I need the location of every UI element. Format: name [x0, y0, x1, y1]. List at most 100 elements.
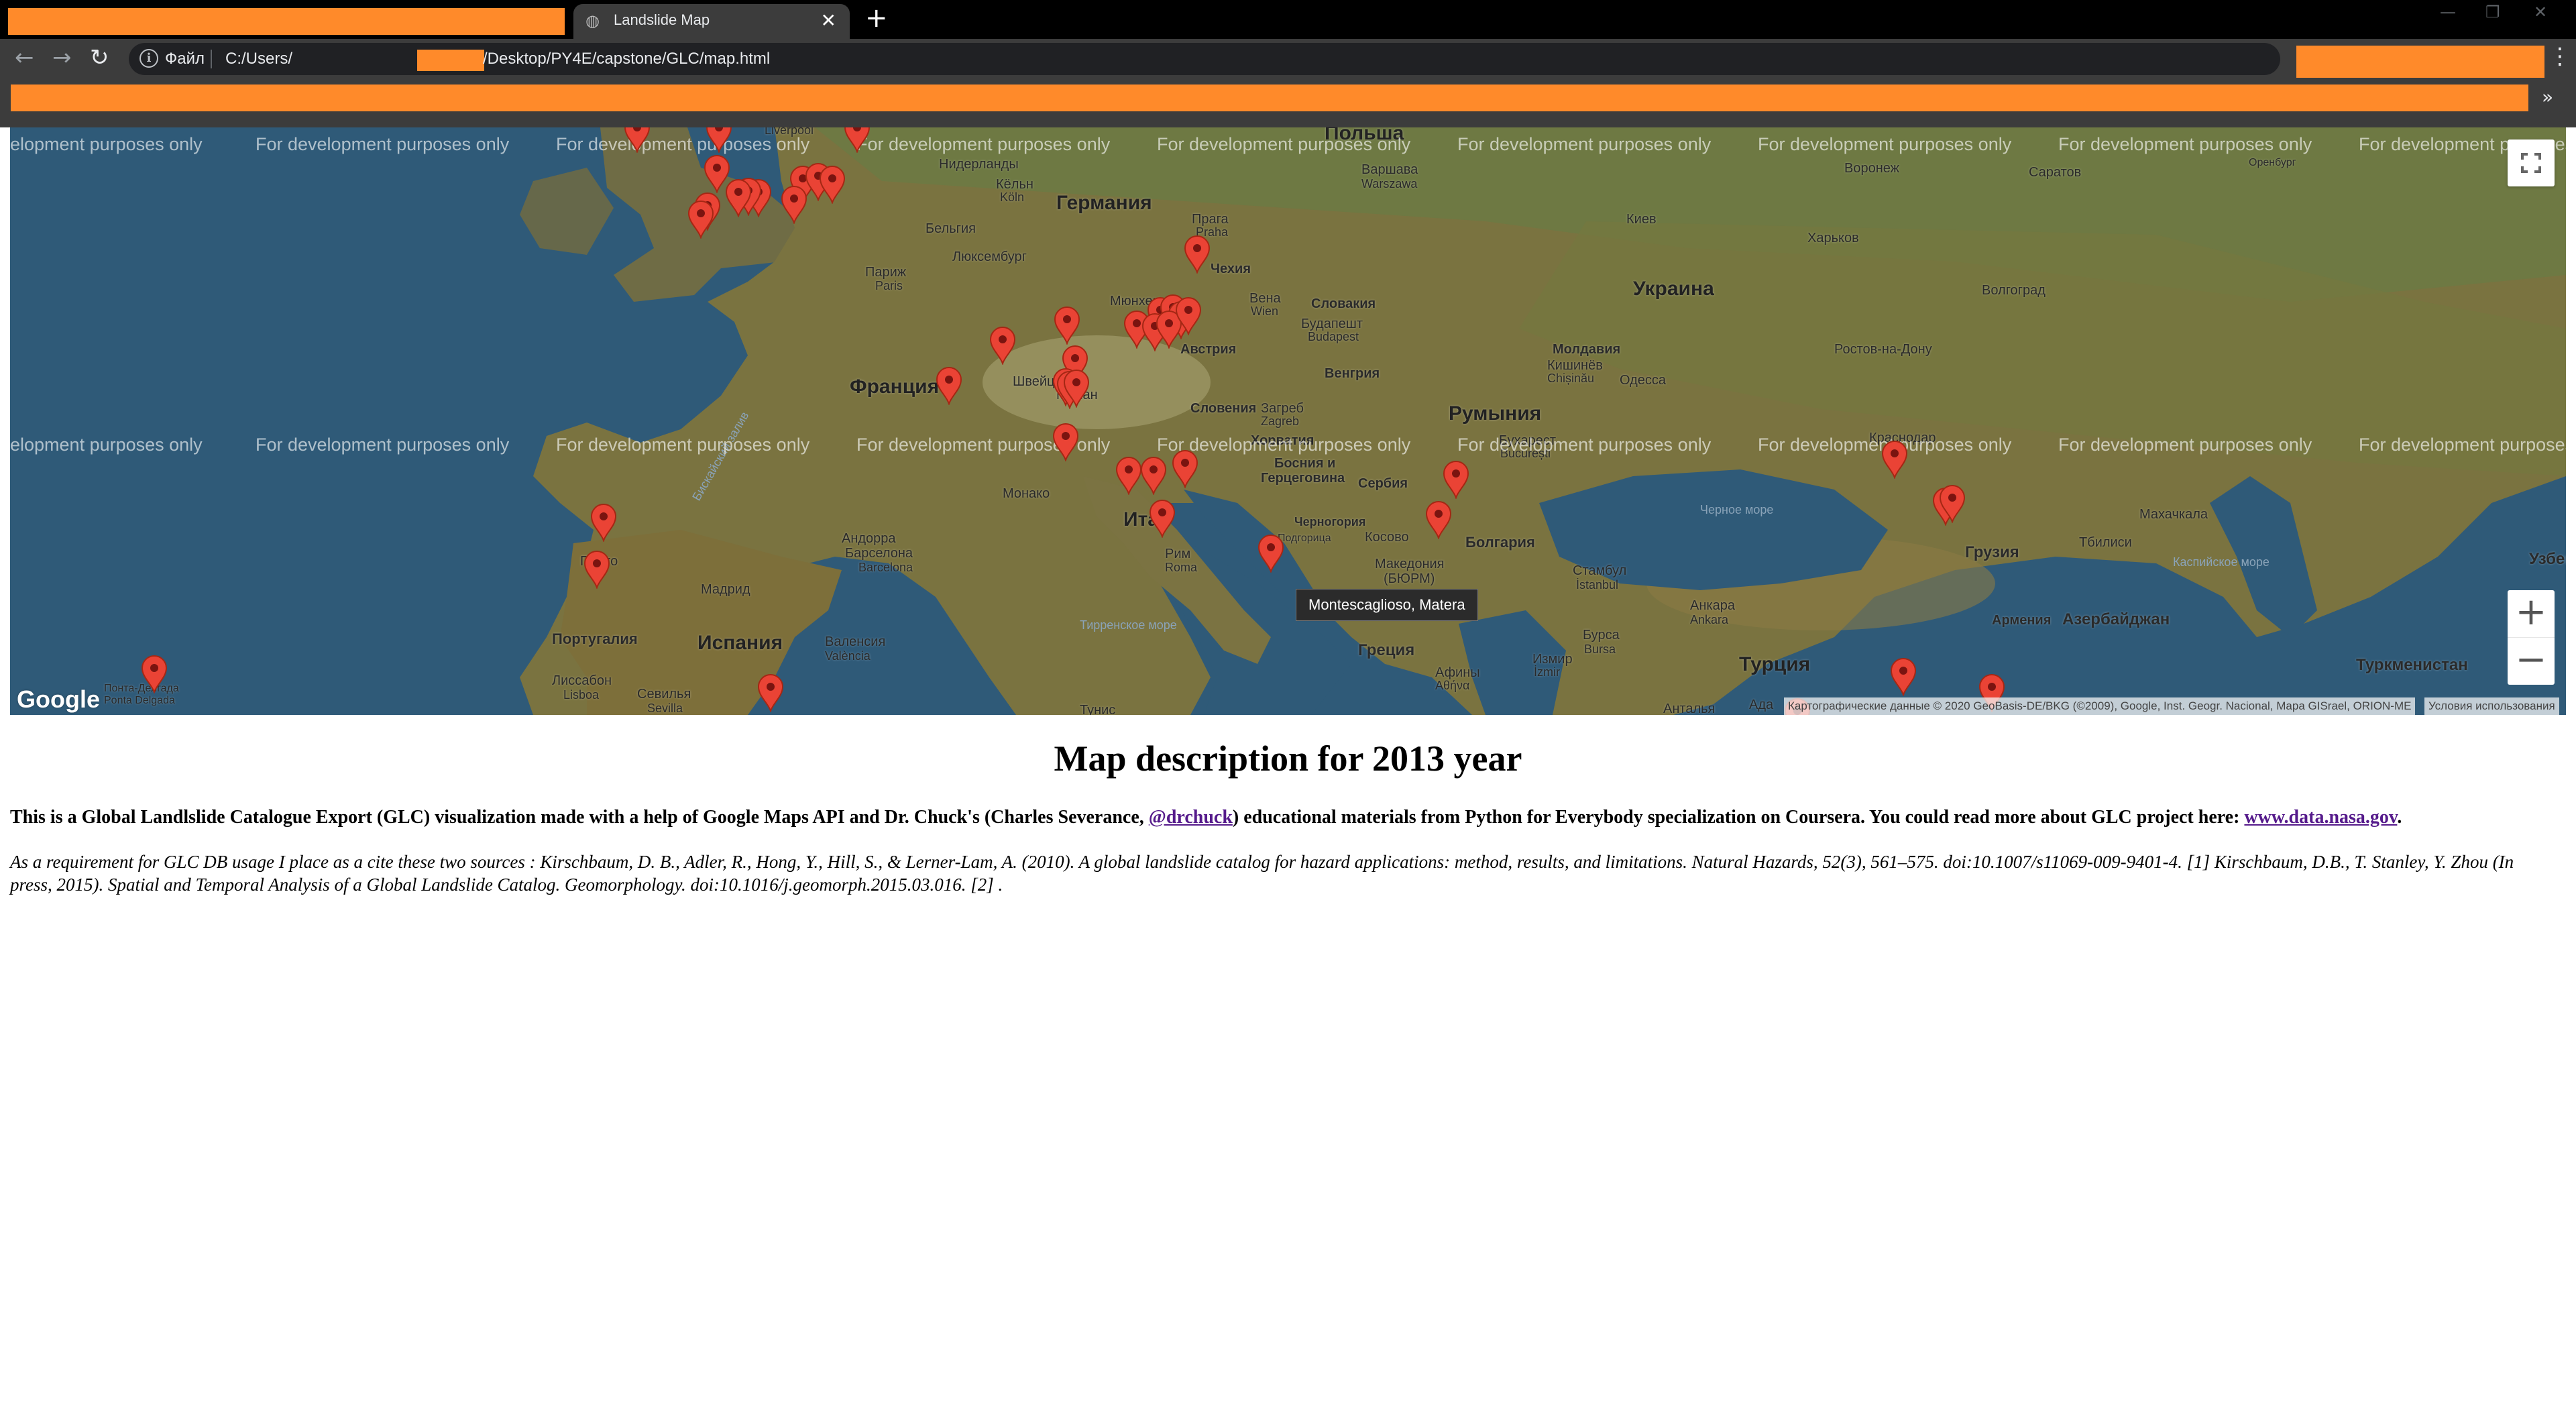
map-label-bosniya: Босния и — [1274, 456, 1336, 471]
map-label-zagreb: Zagreb — [1261, 414, 1300, 428]
map-label-volgograd: Волгоград — [1982, 283, 2046, 298]
zoom-out-button[interactable]: − — [2508, 638, 2555, 685]
dev-watermark: For development purposes only — [2058, 435, 2312, 455]
landslide-marker-icon[interactable] — [1054, 306, 1080, 345]
map-label-valencia: València — [825, 649, 871, 663]
landslide-marker-icon[interactable] — [1425, 500, 1452, 539]
landslide-marker-icon[interactable] — [1443, 460, 1469, 499]
map-label-izmir: İzmir — [1534, 665, 1560, 679]
map-label-turciya: Турция — [1739, 653, 1811, 675]
scheme-label: Файл — [165, 50, 205, 68]
map-label-kiev: Киев — [1626, 212, 1657, 227]
close-icon[interactable]: ✕ — [821, 9, 836, 32]
landslide-marker-icon[interactable] — [725, 178, 752, 217]
map-label-andorra: Андорра — [842, 531, 896, 546]
map-label-tbilisi: Тбилиси — [2079, 535, 2132, 550]
landslide-marker-icon[interactable] — [781, 185, 807, 224]
map-label-barselona: Барселона — [845, 546, 913, 561]
map-label-lyuksemburg: Люксембург — [952, 249, 1027, 264]
redacted-bookmarks[interactable] — [11, 85, 2528, 111]
map-label-bursa: Bursa — [1584, 642, 1616, 656]
map-label-lissabon: Лиссабон — [552, 673, 612, 688]
citation-paragraph: As a requirement for GLC DB usage I plac… — [10, 852, 2514, 895]
landslide-marker-icon[interactable] — [757, 673, 784, 712]
landslide-marker-icon[interactable] — [141, 655, 168, 693]
landslide-marker-icon[interactable] — [1115, 456, 1142, 495]
landslide-marker-icon[interactable] — [1172, 449, 1198, 488]
redacted-tab[interactable] — [8, 8, 565, 35]
map-label-voronezh: Воронеж — [1844, 161, 1900, 176]
landslide-marker-icon[interactable] — [1890, 657, 1917, 696]
omnibox-divider — [211, 50, 212, 68]
description-text-2: ) educational materials from Python for … — [1232, 807, 2245, 828]
menu-icon[interactable]: ⋮ — [2549, 43, 2571, 70]
dev-watermark: For development purposes only — [1758, 134, 2012, 154]
maximize-icon[interactable]: ❐ — [2485, 3, 2500, 21]
landslide-marker-icon[interactable] — [1184, 235, 1211, 274]
map-label-madrid: Мадрид — [701, 582, 750, 597]
url-prefix: C:/Users/ — [225, 50, 293, 68]
window-close-icon[interactable]: ✕ — [2534, 3, 2547, 21]
dev-watermark: For development purposes only — [1157, 134, 1411, 154]
forward-arrow-icon[interactable]: → — [52, 44, 72, 71]
map-label-bursa-ru: Бурса — [1583, 628, 1620, 642]
map-attribution: Картографические данные © 2020 GeoBasis-… — [1784, 697, 2416, 715]
map-label-kosovo: Косово — [1365, 530, 1409, 545]
drchuck-link[interactable]: @drchuck — [1149, 807, 1233, 828]
landslide-marker-icon[interactable] — [1149, 499, 1176, 538]
tab-landslide-map[interactable]: ◍ Landslide Map ✕ — [573, 4, 850, 39]
landslide-marker-icon[interactable] — [936, 366, 962, 405]
landslide-marker-icon[interactable] — [1052, 423, 1079, 461]
fullscreen-button[interactable] — [2508, 139, 2555, 186]
map-label-rumyniya: Румыния — [1449, 402, 1542, 425]
landslide-marker-icon[interactable] — [844, 127, 871, 153]
back-arrow-icon[interactable]: ← — [15, 44, 34, 71]
landslide-marker-icon[interactable] — [687, 200, 714, 239]
map-container[interactable]: Польша Liverpool Нидерланды Кёльн Köln Г… — [10, 127, 2566, 715]
landslide-marker-icon[interactable] — [624, 127, 651, 153]
map-label-antaliya: Анталья — [1663, 702, 1716, 715]
map-label-armeniya: Армения — [1992, 613, 2052, 628]
landslide-marker-icon[interactable] — [706, 127, 732, 153]
map-label-chernogoriya: Черногория — [1294, 515, 1366, 528]
bookmarks-overflow-button[interactable]: » — [2542, 86, 2553, 108]
map-label-byurm: (БЮРМ) — [1384, 571, 1435, 586]
map-label-sevilya: Севилья — [637, 687, 691, 702]
bookmarks-bar: » — [0, 79, 2576, 127]
landslide-marker-icon[interactable] — [590, 503, 617, 542]
landslide-marker-icon[interactable] — [989, 326, 1016, 365]
dev-watermark: For development purposes only — [2359, 435, 2566, 455]
landslide-marker-icon[interactable] — [1939, 484, 1966, 523]
toolbar: ← → ↻ i Файл C:/Users/ /Desktop/PY4E/cap… — [0, 39, 2576, 79]
page-title: Map description for 2013 year — [1054, 738, 1522, 779]
landslide-marker-icon[interactable] — [583, 550, 610, 589]
zoom-in-button[interactable]: + — [2508, 590, 2555, 638]
map-label-rostov: Ростов-на-Дону — [1834, 342, 1932, 357]
google-logo[interactable]: Google — [17, 685, 100, 714]
info-icon[interactable]: i — [139, 49, 158, 68]
landslide-marker-icon[interactable] — [1140, 456, 1167, 495]
landslide-marker-icon[interactable] — [819, 165, 846, 204]
landslide-marker-icon[interactable] — [1881, 440, 1908, 479]
redacted-extensions[interactable] — [2296, 46, 2544, 78]
marker-tooltip: Montescaglioso, Matera — [1296, 589, 1478, 621]
map-label-gruziya: Грузия — [1965, 543, 2019, 561]
terms-of-use-link[interactable]: Условия использования — [2424, 697, 2559, 715]
map-label-warszawa: Warszawa — [1361, 177, 1418, 190]
description-text-3: . — [2397, 807, 2402, 828]
map-label-ankara: Ankara — [1690, 613, 1729, 626]
landslide-marker-icon[interactable] — [1063, 369, 1090, 408]
landslide-marker-icon[interactable] — [1257, 534, 1284, 573]
map-label-kaspiyskoe: Каспийское море — [2173, 555, 2270, 569]
minimize-icon[interactable]: — — [2440, 3, 2456, 21]
landslide-marker-icon[interactable] — [1175, 296, 1202, 335]
new-tab-button[interactable]: + — [865, 3, 888, 34]
reload-icon[interactable]: ↻ — [90, 44, 109, 71]
map-label-wien: Wien — [1251, 304, 1279, 318]
dev-watermark: For development purposes only — [256, 435, 510, 455]
dev-watermark: For development purposes only — [256, 134, 510, 154]
map-label-varshava: Варшава — [1361, 162, 1418, 177]
address-bar[interactable]: i Файл C:/Users/ /Desktop/PY4E/capstone/… — [129, 43, 2399, 75]
dev-watermark: For development purposes only — [1457, 435, 1712, 455]
nasa-link[interactable]: www.data.nasa.gov — [2244, 807, 2397, 828]
